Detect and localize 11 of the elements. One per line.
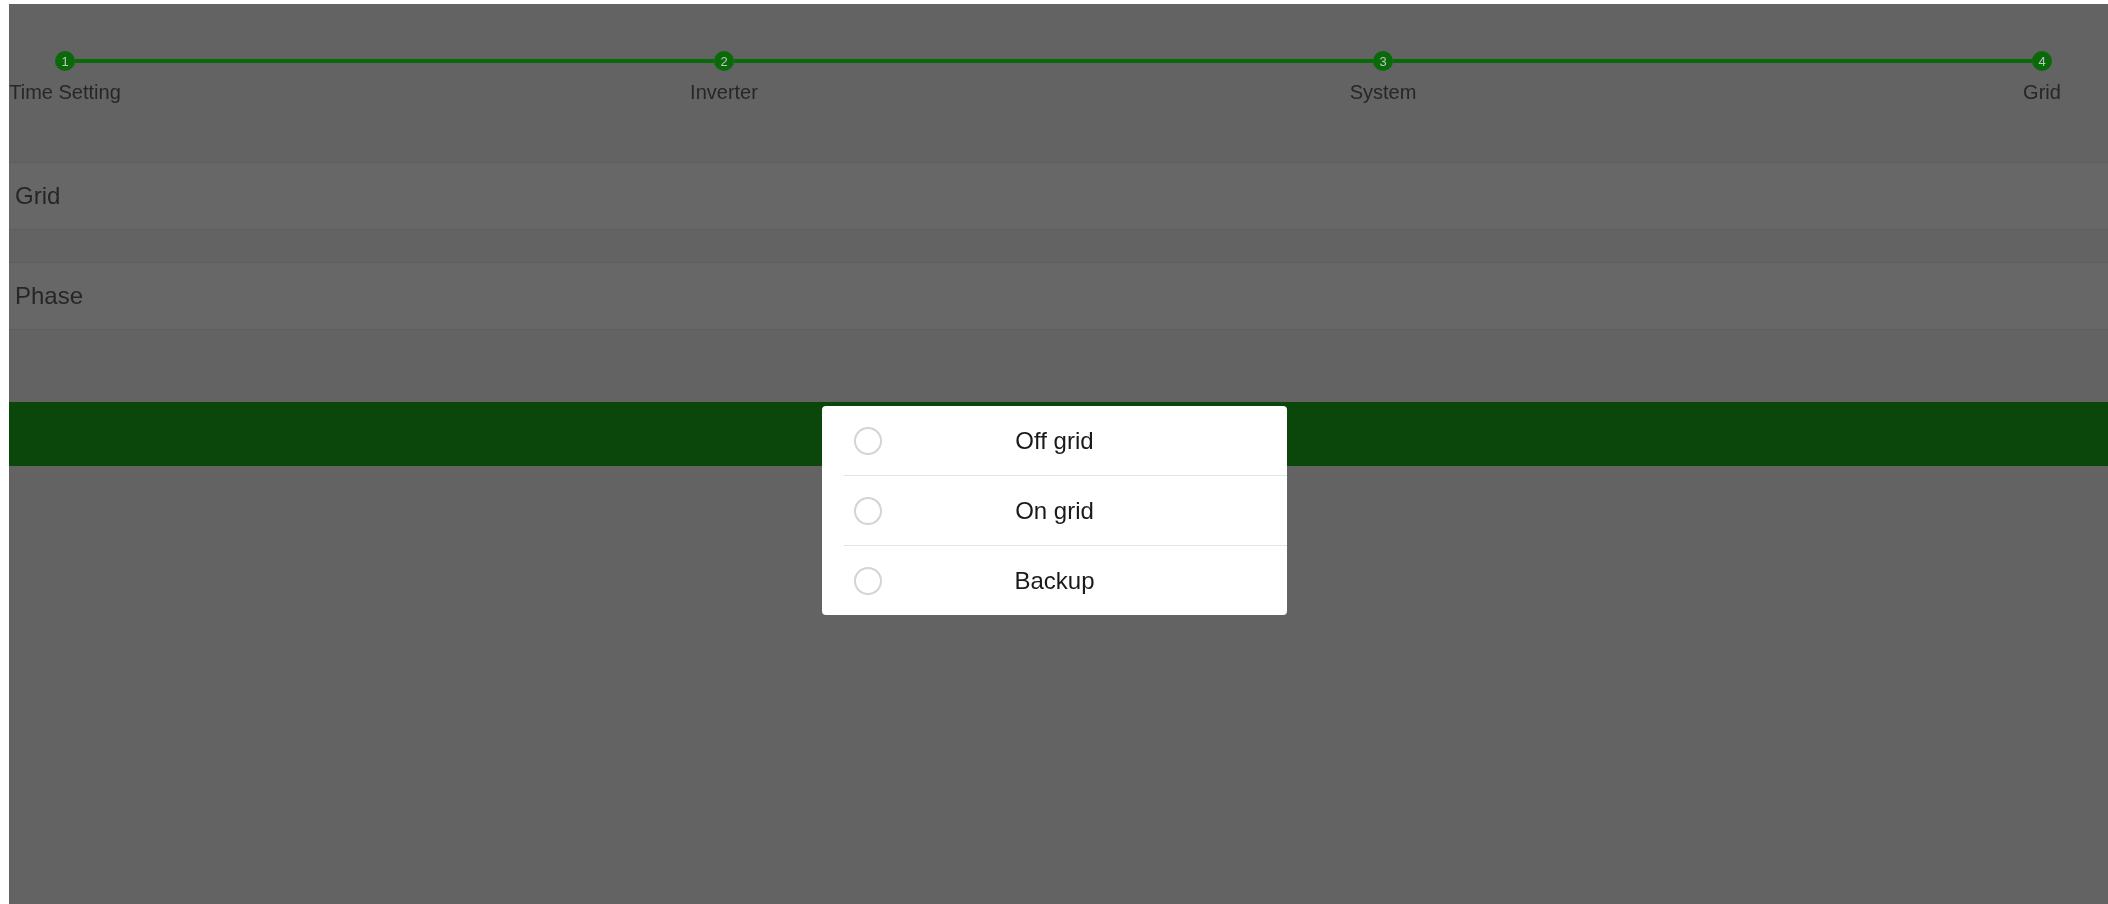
step-number: 2 [714,51,734,71]
step-number: 1 [55,51,75,71]
option-label: Off grid [1014,426,1095,455]
step-label: Time Setting [9,81,121,104]
option-label: Backup [1013,566,1096,595]
option-label: On grid [1014,496,1095,525]
step-number: 4 [2032,51,2052,71]
step-label: System [1349,81,1417,104]
step-number: 3 [1373,51,1393,71]
step-label: Inverter [690,81,758,104]
step-label: Grid [2023,81,2061,104]
